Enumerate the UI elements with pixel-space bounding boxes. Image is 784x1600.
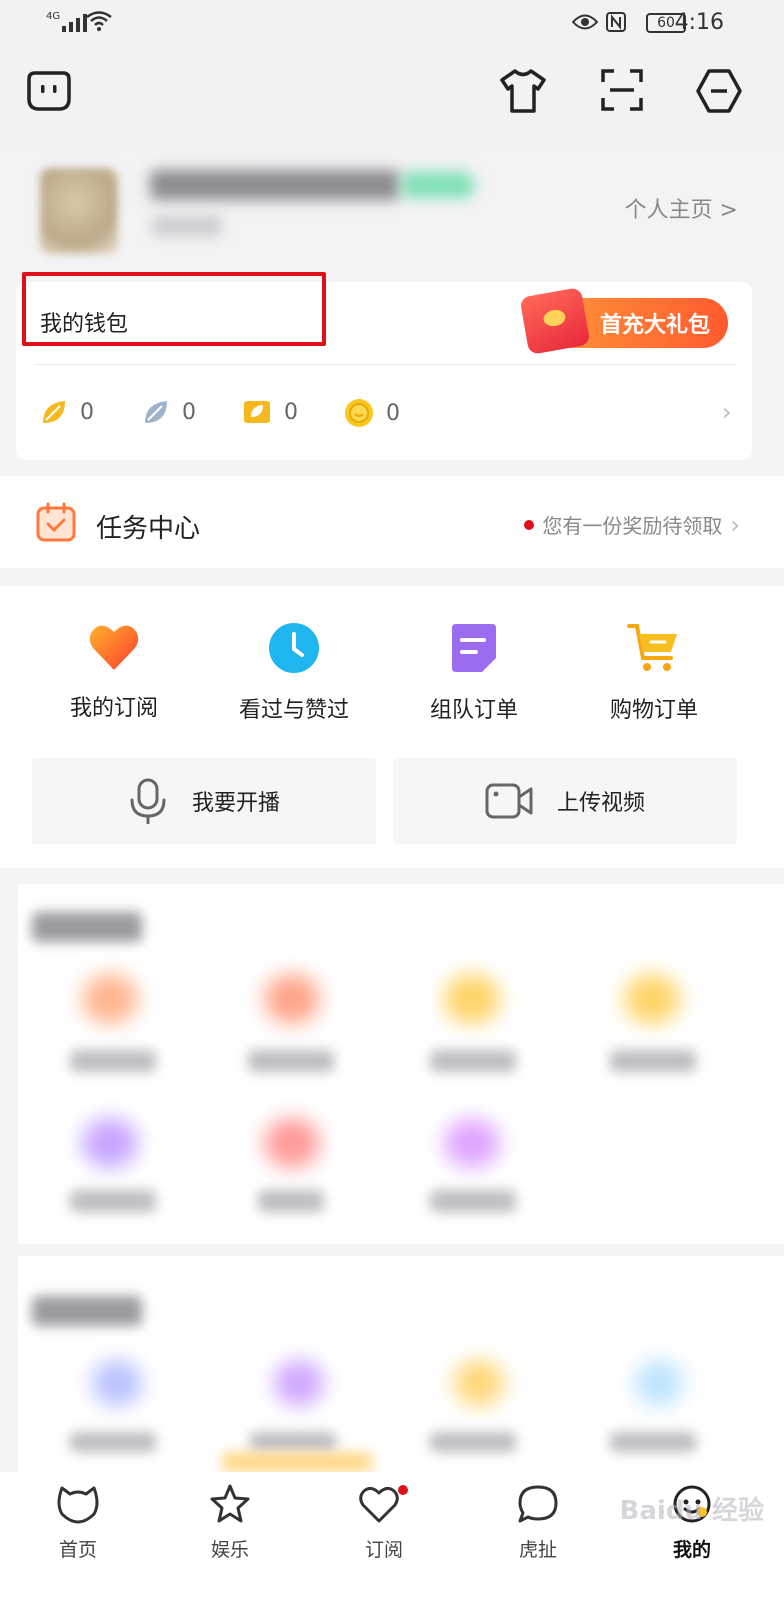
feature-label: 购物订单 bbox=[609, 698, 698, 723]
blurred-section-2 bbox=[18, 1256, 784, 1472]
gold-bean-icon bbox=[43, 401, 65, 423]
highlight-box bbox=[22, 272, 326, 346]
task-hint-text: 您有一份奖励待领取 bbox=[542, 514, 723, 538]
clock-time: 4:16 bbox=[674, 10, 724, 35]
upload-video-button[interactable]: 上传视频 bbox=[393, 758, 737, 844]
asset-value: 0 bbox=[386, 400, 400, 426]
tab-label: 我的 bbox=[672, 1539, 711, 1561]
divider bbox=[34, 364, 736, 365]
upload-video-label: 上传视频 bbox=[556, 791, 645, 816]
coupon-icon bbox=[244, 401, 270, 423]
network-type: 4G bbox=[46, 11, 61, 22]
profile-page: 4G 60 4:16 个人主页 > 我的钱包 首充大礼包 0 0 0 0 › 任… bbox=[0, 0, 784, 1600]
asset-coupon[interactable]: 0 bbox=[242, 398, 298, 426]
scan-icon[interactable] bbox=[598, 66, 646, 114]
start-live-label: 我要开播 bbox=[191, 791, 280, 816]
message-icon[interactable] bbox=[26, 68, 72, 114]
star-icon bbox=[210, 1484, 250, 1523]
asset-value: 0 bbox=[80, 399, 94, 425]
tab-label: 虎扯 bbox=[518, 1539, 557, 1561]
status-bar: 4G 60 4:16 bbox=[0, 0, 784, 48]
feature-shopping-orders[interactable]: 购物订单 bbox=[564, 622, 744, 724]
note-icon bbox=[452, 624, 496, 672]
wallet-chevron-icon[interactable]: › bbox=[722, 398, 732, 426]
nfc-icon bbox=[606, 12, 626, 38]
feature-label: 我的订阅 bbox=[69, 696, 158, 721]
asset-coin[interactable]: 0 bbox=[344, 398, 400, 428]
microphone-icon bbox=[130, 778, 166, 824]
eye-icon bbox=[571, 12, 599, 37]
asset-silver-bean[interactable]: 0 bbox=[142, 398, 196, 426]
heart-tab-icon bbox=[359, 1485, 408, 1523]
asset-gold-bean[interactable]: 0 bbox=[40, 398, 94, 426]
user-subtitle-blurred bbox=[152, 215, 222, 237]
tab-entertainment[interactable]: 娱乐 bbox=[170, 1484, 290, 1562]
username-blurred bbox=[150, 170, 400, 200]
first-recharge-gift-button[interactable]: 首充大礼包 bbox=[519, 287, 728, 355]
feature-team-orders[interactable]: 组队订单 bbox=[384, 622, 564, 724]
tab-label: 订阅 bbox=[364, 1539, 403, 1561]
tab-chat[interactable]: 虎扯 bbox=[478, 1484, 598, 1562]
tab-home[interactable]: 首页 bbox=[18, 1484, 138, 1562]
task-center-hint[interactable]: 您有一份奖励待领取 › bbox=[524, 510, 740, 539]
silver-bean-icon bbox=[145, 401, 167, 423]
user-badge-blurred bbox=[400, 172, 475, 198]
blurred-section-1 bbox=[18, 884, 784, 1244]
feature-label: 组队订单 bbox=[429, 698, 518, 723]
asset-value: 0 bbox=[182, 399, 196, 425]
feature-my-subscription[interactable]: 我的订阅 bbox=[24, 622, 204, 722]
watermark: Baidu 经验 bbox=[619, 1496, 764, 1526]
avatar[interactable] bbox=[40, 168, 118, 254]
task-center-title: 任务中心 bbox=[96, 514, 201, 544]
feature-history-likes[interactable]: 看过与赞过 bbox=[204, 622, 384, 724]
home-icon bbox=[57, 1486, 99, 1524]
outfit-icon[interactable] bbox=[498, 66, 548, 116]
chat-icon bbox=[518, 1485, 558, 1523]
feature-label: 看过与赞过 bbox=[238, 698, 349, 723]
wifi-icon bbox=[86, 10, 112, 38]
gift-button-label: 首充大礼包 bbox=[599, 313, 710, 338]
calendar-icon bbox=[36, 502, 76, 546]
tab-label: 娱乐 bbox=[210, 1539, 249, 1561]
red-envelope-icon bbox=[519, 287, 591, 355]
homepage-link[interactable]: 个人主页 > bbox=[625, 192, 738, 224]
coin-icon bbox=[345, 399, 373, 427]
red-dot-icon bbox=[524, 519, 535, 530]
tab-subscription[interactable]: 订阅 bbox=[324, 1484, 444, 1562]
chevron-right-icon: › bbox=[730, 510, 740, 539]
signal-icon bbox=[62, 14, 87, 32]
clock-icon bbox=[269, 623, 319, 673]
tab-label: 首页 bbox=[58, 1539, 97, 1561]
heart-icon bbox=[89, 625, 139, 670]
asset-value: 0 bbox=[284, 399, 298, 425]
settings-icon[interactable] bbox=[694, 66, 744, 116]
cart-icon bbox=[627, 624, 677, 671]
video-camera-icon bbox=[485, 783, 533, 819]
start-live-button[interactable]: 我要开播 bbox=[32, 758, 376, 844]
